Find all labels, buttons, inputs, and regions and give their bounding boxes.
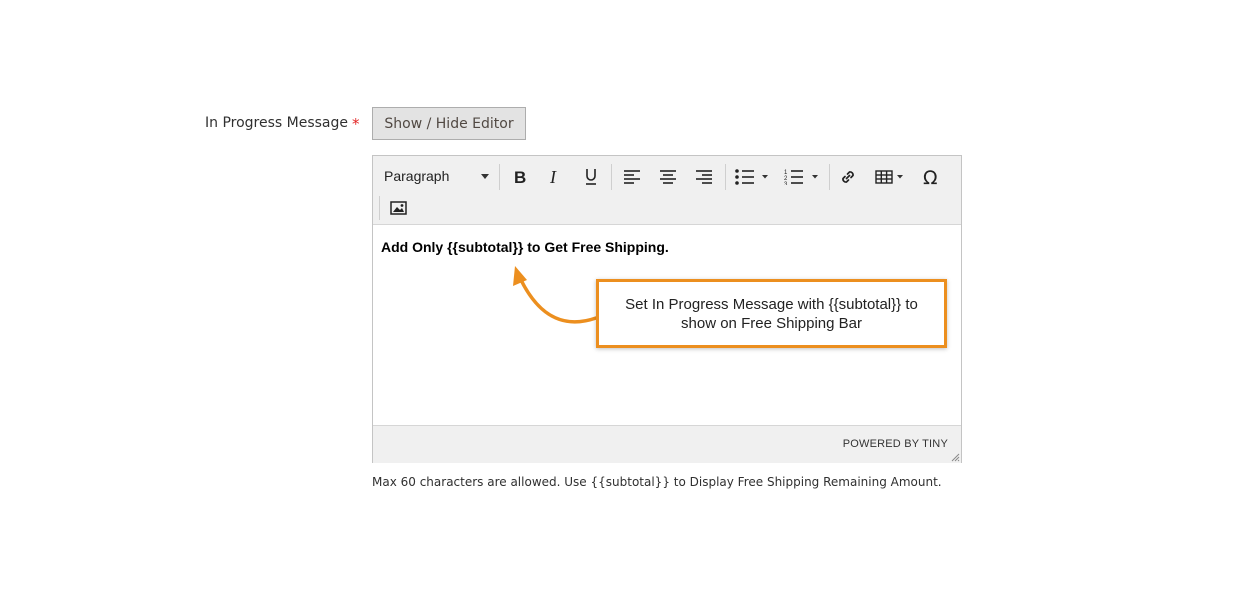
svg-text:I: I — [549, 169, 557, 185]
italic-icon: I — [549, 169, 557, 185]
annotation-callout: Set In Progress Message with {{subtotal}… — [596, 279, 947, 348]
numbered-list-button[interactable]: 123 — [781, 163, 823, 191]
svg-text:Ω: Ω — [923, 167, 938, 187]
annotation-arrow-icon — [513, 266, 598, 324]
align-left-icon — [624, 170, 640, 184]
underline-icon — [586, 169, 596, 185]
block-format-value: Paragraph — [384, 168, 450, 184]
align-center-button[interactable] — [655, 163, 681, 191]
field-label: In Progress Message — [205, 115, 349, 131]
block-format-select[interactable]: Paragraph — [379, 162, 495, 190]
svg-text:B: B — [514, 169, 526, 185]
message-text: Add Only {{subtotal}} to Get Free Shippi… — [381, 239, 669, 255]
chevron-down-icon — [481, 174, 489, 179]
insert-image-button[interactable] — [385, 194, 411, 222]
underline-button[interactable] — [578, 163, 604, 191]
link-button[interactable] — [835, 163, 861, 191]
field-note: Max 60 characters are allowed. Use {{sub… — [372, 475, 942, 489]
special-character-icon: Ω — [923, 167, 938, 187]
powered-by-link[interactable]: POWERED BY TINY — [843, 438, 948, 450]
table-button[interactable] — [871, 163, 911, 191]
align-right-button[interactable] — [691, 163, 717, 191]
svg-text:3: 3 — [784, 182, 788, 185]
editor-toolbar: Paragraph B I 1 2 3 Ω — [373, 156, 961, 225]
numbered-list-icon: 123 — [784, 170, 818, 185]
table-icon — [875, 170, 903, 184]
align-right-icon — [696, 170, 712, 184]
editor-statusbar: POWERED BY TINY — [373, 425, 961, 463]
special-character-button[interactable]: Ω — [919, 163, 945, 191]
bold-button[interactable]: B — [507, 163, 533, 191]
align-center-icon — [660, 170, 676, 184]
bold-icon: B — [514, 169, 526, 185]
show-hide-editor-button[interactable]: Show / Hide Editor — [372, 107, 526, 140]
bullet-list-button[interactable] — [731, 163, 773, 191]
italic-button[interactable]: I — [542, 163, 568, 191]
align-left-button[interactable] — [619, 163, 645, 191]
bullet-list-icon — [735, 169, 768, 185]
required-indicator: * — [352, 115, 360, 133]
image-icon — [389, 201, 407, 215]
link-icon — [842, 171, 854, 183]
resize-handle-icon[interactable] — [951, 453, 960, 462]
callout-text: Set In Progress Message with {{subtotal}… — [625, 295, 918, 332]
